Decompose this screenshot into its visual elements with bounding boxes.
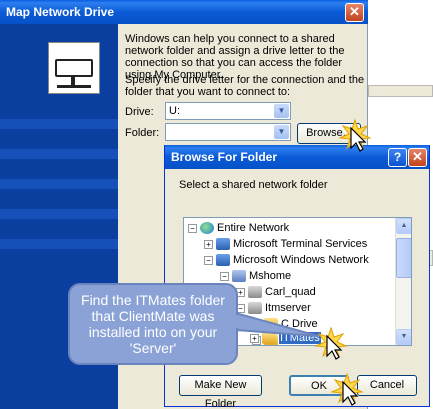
- computer-icon: [248, 302, 262, 315]
- browse-prompt: Select a shared network folder: [179, 179, 328, 191]
- cancel-button[interactable]: Cancel: [357, 375, 417, 396]
- tree-item-label: Entire Network: [217, 222, 290, 234]
- tree-item-mshome[interactable]: − Mshome: [220, 269, 291, 284]
- tree-item-label: Microsoft Windows Network: [233, 254, 369, 266]
- help-button[interactable]: ?: [388, 148, 407, 167]
- tree-item-label: Microsoft Terminal Services: [233, 238, 368, 250]
- workgroup-icon: [232, 270, 246, 283]
- click-cursor-icon: [338, 118, 372, 152]
- collapse-icon[interactable]: −: [204, 255, 213, 265]
- scroll-thumb[interactable]: [396, 238, 411, 278]
- chevron-down-icon[interactable]: ▼: [274, 104, 289, 118]
- expand-icon[interactable]: +: [204, 239, 213, 249]
- click-cursor-icon: [330, 372, 364, 406]
- tree-item-label: C Drive: [281, 318, 318, 330]
- expand-icon[interactable]: +: [252, 319, 261, 329]
- collapse-icon[interactable]: −: [188, 223, 197, 233]
- tree-item-itmates[interactable]: + ITMates: [250, 331, 321, 346]
- computer-icon: [248, 286, 262, 299]
- tree-item-itmserver[interactable]: − Itmserver: [236, 301, 311, 316]
- drive-select[interactable]: U: ▼: [165, 102, 291, 120]
- shared-folder-icon: [264, 318, 278, 331]
- background-window-edge: [368, 85, 433, 97]
- tree-item-entire-network[interactable]: − Entire Network: [188, 221, 289, 236]
- drive-label: Drive:: [125, 106, 154, 118]
- network-icon: [216, 238, 230, 251]
- scroll-down-icon[interactable]: ▼: [396, 329, 411, 345]
- map-drive-instruction: Specify the drive letter for the connect…: [125, 74, 365, 98]
- tree-item-windows-network[interactable]: − Microsoft Windows Network: [204, 253, 369, 268]
- shared-folder-icon: [262, 332, 276, 345]
- tree-item-c-drive[interactable]: + C Drive: [252, 317, 318, 332]
- browse-dialog-close-button[interactable]: ✕: [408, 148, 427, 167]
- tree-item-carl-quad[interactable]: + Carl_quad: [236, 285, 316, 300]
- scroll-up-icon[interactable]: ▲: [396, 218, 411, 234]
- map-drive-close-button[interactable]: ✕: [345, 3, 364, 22]
- folder-select[interactable]: ▼: [165, 123, 291, 141]
- network-icon: [216, 254, 230, 267]
- click-cursor-icon: [314, 326, 348, 360]
- browse-for-folder-dialog: Browse For Folder ? ✕ Select a shared ne…: [164, 145, 430, 409]
- chevron-down-icon[interactable]: ▼: [274, 125, 289, 139]
- globe-icon: [200, 222, 214, 235]
- tree-item-label: Mshome: [249, 270, 292, 282]
- drive-select-value: U:: [169, 105, 180, 117]
- tree-item-label: Itmserver: [265, 302, 311, 314]
- tree-item-terminal-services[interactable]: + Microsoft Terminal Services: [204, 237, 367, 252]
- make-new-folder-button[interactable]: Make New Folder: [179, 375, 262, 409]
- expand-icon[interactable]: +: [250, 333, 259, 343]
- tree-item-label: Carl_quad: [265, 286, 316, 298]
- network-drive-icon: [48, 42, 100, 94]
- tree-scrollbar[interactable]: ▲ ▼: [395, 218, 411, 345]
- collapse-icon[interactable]: −: [220, 271, 229, 281]
- map-drive-title: Map Network Drive: [0, 0, 368, 24]
- instruction-callout: Find the ITMates folder that ClientMate …: [68, 283, 238, 365]
- folder-label: Folder:: [125, 127, 160, 139]
